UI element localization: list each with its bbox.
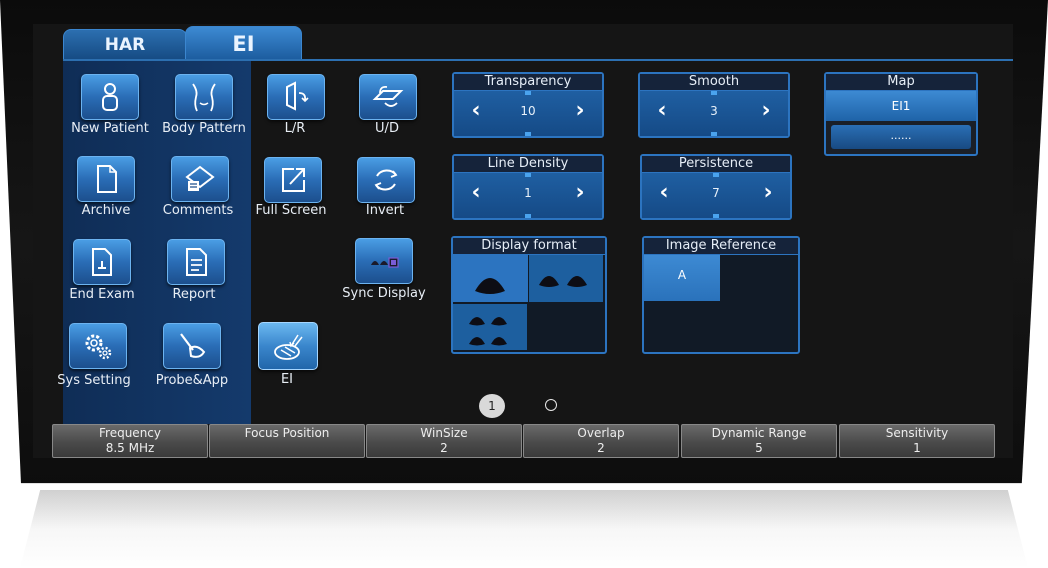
frequency-button[interactable]: Frequency 8.5 MHz	[52, 424, 208, 458]
winsize-button[interactable]: WinSize 2	[366, 424, 522, 458]
probe-icon	[180, 333, 206, 358]
sensitivity-button[interactable]: Sensitivity 1	[839, 424, 995, 458]
touch-screen: HAR EI New Patient Body Pattern Archive …	[33, 24, 1013, 458]
sys-setting-button[interactable]	[69, 323, 127, 369]
format-single-option[interactable]	[453, 255, 528, 302]
persistence-stepper: ‹ 7 ›	[642, 173, 790, 218]
report-label: Report	[172, 287, 216, 302]
smooth-stepper: ‹ 3 ›	[640, 91, 788, 136]
body-pattern-button[interactable]	[175, 74, 233, 120]
lr-flip-icon	[286, 81, 309, 111]
archive-button[interactable]	[77, 156, 135, 202]
probe-app-label: Probe&App	[155, 373, 229, 388]
smooth-title: Smooth	[640, 74, 788, 91]
line-density-stepper: ‹ 1 ›	[454, 173, 602, 218]
winsize-label: WinSize	[420, 426, 468, 440]
line-density-title: Line Density	[454, 156, 602, 173]
transparency-stepper: ‹ 10 ›	[454, 91, 602, 136]
image-reference-option-a[interactable]: A	[644, 255, 720, 301]
report-icon	[186, 248, 207, 276]
dual-view-icon	[539, 276, 587, 287]
dynamic-range-value: 5	[755, 441, 763, 455]
invert-button[interactable]	[357, 157, 415, 203]
winsize-value: 2	[440, 441, 448, 455]
ei-label: EI	[280, 372, 294, 387]
overlap-button[interactable]: Overlap 2	[523, 424, 679, 458]
end-exam-button[interactable]	[73, 239, 131, 285]
stepper-tick	[525, 91, 531, 95]
single-view-icon	[475, 278, 505, 294]
transparency-title: Transparency	[454, 74, 602, 91]
lr-flip-button[interactable]	[267, 74, 325, 120]
tab-har[interactable]: HAR	[63, 29, 187, 60]
frequency-value: 8.5 MHz	[105, 441, 155, 455]
sync-display-button[interactable]	[355, 238, 413, 284]
ei-button[interactable]	[258, 322, 318, 370]
full-screen-button[interactable]	[264, 157, 322, 203]
stepper-tick	[713, 214, 719, 218]
dynamic-range-button[interactable]: Dynamic Range 5	[681, 424, 837, 458]
sys-setting-label: Sys Setting	[57, 373, 131, 388]
ud-flip-button[interactable]	[359, 74, 417, 120]
format-quad-option[interactable]	[453, 304, 527, 350]
stepper-tick	[711, 132, 717, 136]
screen-reflection	[20, 490, 1028, 568]
page-indicator-current[interactable]: 1	[479, 394, 505, 418]
persistence-title: Persistence	[642, 156, 790, 173]
stepper-tick	[525, 173, 531, 177]
gears-icon	[85, 334, 112, 360]
document-icon	[97, 165, 117, 193]
persistence-increase-button[interactable]: ›	[756, 181, 780, 205]
sensitivity-label: Sensitivity	[885, 426, 949, 440]
image-reference-title: Image Reference	[644, 238, 798, 255]
transparency-control: Transparency ‹ 10 ›	[452, 72, 604, 138]
map-option-more[interactable]: ......	[831, 125, 971, 149]
line-density-increase-button[interactable]: ›	[568, 181, 592, 205]
elastography-icon	[274, 334, 303, 360]
frequency-label: Frequency	[99, 426, 161, 440]
invert-icon	[374, 169, 398, 191]
focus-position-button[interactable]: Focus Position	[209, 424, 365, 458]
quad-view-icon	[469, 317, 507, 346]
body-pattern-icon	[192, 83, 216, 112]
sync-display-icon	[371, 257, 399, 268]
sync-display-label: Sync Display	[342, 286, 426, 301]
person-icon	[102, 83, 118, 111]
invert-label: Invert	[365, 203, 405, 218]
smooth-control: Smooth ‹ 3 ›	[638, 72, 790, 138]
map-title: Map	[826, 74, 976, 91]
smooth-increase-button[interactable]: ›	[754, 99, 778, 123]
transparency-increase-button[interactable]: ›	[568, 99, 592, 123]
tab-ei[interactable]: EI	[185, 26, 302, 61]
format-empty-cell	[529, 304, 603, 350]
ud-flip-label: U/D	[375, 121, 399, 136]
image-reference-control: Image Reference A	[642, 236, 800, 354]
full-screen-icon	[282, 168, 305, 192]
comments-icon	[185, 165, 215, 191]
stepper-tick	[525, 132, 531, 136]
display-format-control: Display format	[451, 236, 607, 354]
comments-button[interactable]	[171, 156, 229, 202]
stepper-tick	[713, 173, 719, 177]
left-panel: New Patient Body Pattern Archive Comment…	[57, 61, 251, 424]
persistence-control: Persistence ‹ 7 ›	[640, 154, 792, 220]
ud-flip-icon	[372, 85, 404, 107]
line-density-control: Line Density ‹ 1 ›	[452, 154, 604, 220]
report-button[interactable]	[167, 239, 225, 285]
probe-app-button[interactable]	[163, 323, 221, 369]
map-option-ei1[interactable]: EI1	[826, 91, 976, 121]
stepper-tick	[525, 214, 531, 218]
dynamic-range-label: Dynamic Range	[711, 426, 807, 440]
display-format-title: Display format	[453, 238, 605, 255]
page-indicator-next[interactable]	[545, 399, 557, 411]
new-patient-button[interactable]	[81, 74, 139, 120]
overlap-value: 2	[597, 441, 605, 455]
map-control: Map EI1 ......	[824, 72, 978, 156]
stepper-tick	[711, 91, 717, 95]
sensitivity-value: 1	[913, 441, 921, 455]
format-dual-option[interactable]	[529, 255, 603, 302]
overlap-label: Overlap	[577, 426, 625, 440]
end-exam-icon	[92, 248, 112, 276]
focus-position-label: Focus Position	[244, 426, 330, 440]
